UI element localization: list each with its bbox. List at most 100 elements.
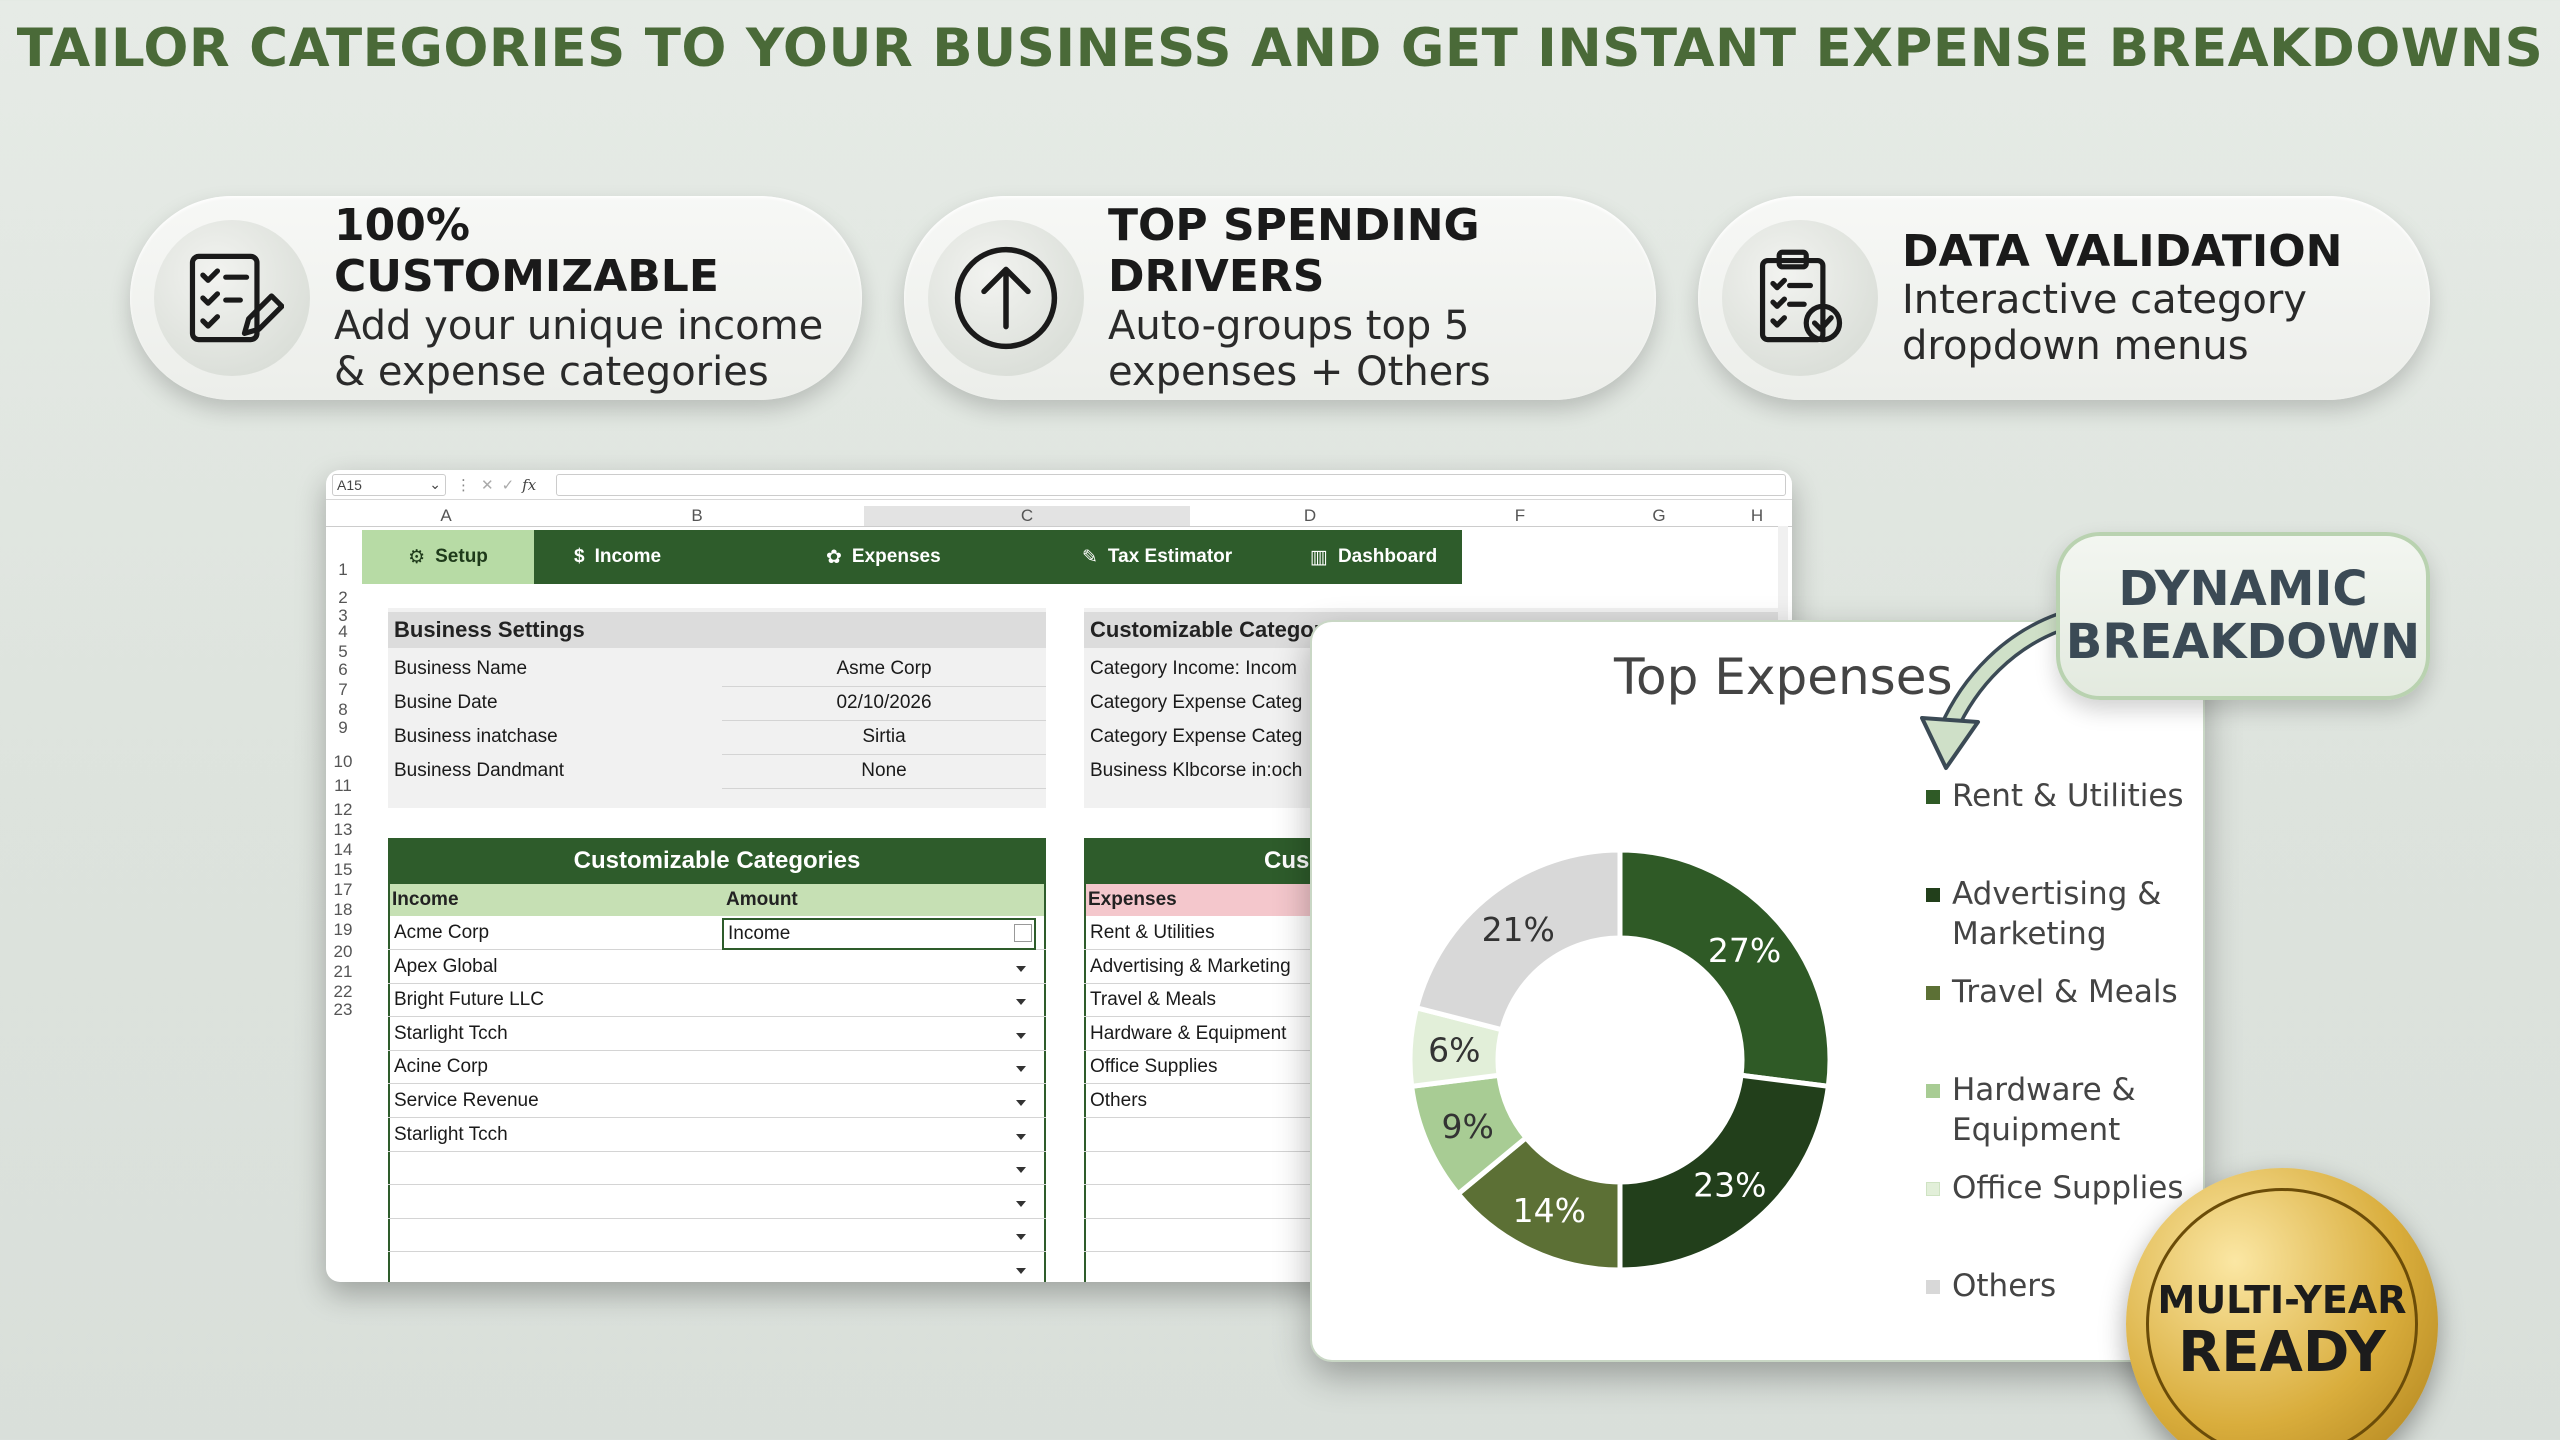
col-header[interactable]: D (1190, 506, 1430, 526)
dropdown-arrow-icon[interactable] (1016, 1234, 1026, 1241)
row-header[interactable]: 21 (326, 962, 360, 982)
cancel-icon[interactable]: ✕ (481, 476, 494, 494)
row-header[interactable]: 19 (326, 920, 360, 940)
formula-input[interactable] (556, 474, 1786, 496)
income-category-cell[interactable]: Starlight Tcch (394, 1023, 714, 1045)
divider (1084, 1016, 1324, 1018)
dropdown-arrow-icon[interactable] (1016, 999, 1026, 1006)
name-box[interactable]: A15 ⌄ (332, 473, 446, 496)
row-header[interactable]: 17 (326, 880, 360, 900)
row-header[interactable]: 11 (326, 776, 360, 796)
row-header[interactable]: 6 (326, 660, 360, 680)
expense-category-cell[interactable]: Hardware & Equipment (1090, 1023, 1330, 1045)
dropdown-arrow-icon[interactable] (1016, 965, 1026, 972)
divider (1084, 949, 1324, 950)
divider (1084, 1184, 1324, 1186)
slice-label: 21% (1482, 910, 1555, 949)
col-header[interactable]: H (1708, 506, 1792, 526)
income-category-cell[interactable]: Apex Global (394, 956, 714, 978)
col-header[interactable]: F (1430, 506, 1610, 526)
setting-label: Busine Date (394, 692, 498, 713)
row-header[interactable]: 15 (326, 860, 360, 880)
legend-swatch (1926, 1182, 1940, 1196)
dropdown-arrow-icon[interactable] (1016, 1133, 1026, 1140)
legend-item[interactable]: Travel & Meals (1926, 972, 2186, 1012)
slice-label: 23% (1693, 1166, 1766, 1205)
expense-category-cell[interactable]: Travel & Meals (1090, 989, 1330, 1011)
legend-label: Advertising & Marketing (1952, 876, 2162, 953)
setting-value[interactable]: Sirtia (722, 726, 1046, 748)
row-header[interactable]: 14 (326, 840, 360, 860)
feature-desc: Interactive category dropdown menus (1902, 277, 2307, 370)
feature-top-spending: TOP SPENDING DRIVERS Auto-groups top 5 e… (904, 196, 1656, 400)
col-header[interactable]: G (1610, 506, 1708, 526)
dropdown-arrow-icon[interactable] (1016, 1100, 1026, 1106)
col-header[interactable]: A (362, 506, 530, 526)
divider (388, 1049, 1046, 1051)
legend-item[interactable]: Hardware & Equipment (1926, 1070, 2186, 1151)
row-header[interactable]: 12 (326, 800, 360, 820)
divider (1084, 1251, 1324, 1253)
legend-item[interactable]: Office Supplies (1926, 1168, 2186, 1208)
legend-item[interactable]: Rent & Utilities (1926, 776, 2186, 816)
dropdown-arrow-icon[interactable] (1016, 1066, 1026, 1073)
slice-label: 14% (1513, 1191, 1586, 1230)
income-category-cell[interactable]: Acine Corp (394, 1056, 714, 1078)
expense-category-cell[interactable]: Others (1090, 1090, 1330, 1112)
setting-label: Business Name (394, 658, 528, 679)
tab-setup[interactable]: ⚙ Setup (362, 530, 534, 584)
expense-category-cell[interactable]: Advertising & Marketing (1090, 956, 1330, 978)
dropdown-arrow-icon[interactable] (1016, 1268, 1026, 1274)
setting-value[interactable]: None (722, 760, 1046, 782)
customizable-row: Business Klbcorse in:och (1090, 760, 1303, 781)
row-header[interactable]: 8 (326, 700, 360, 720)
legend-item[interactable]: Advertising & Marketing (1926, 874, 2186, 955)
clipboard-check-icon (1722, 220, 1878, 376)
income-category-cell[interactable]: Starlight Tcch (394, 1124, 714, 1146)
tab-tax-estimator[interactable]: ✎ Tax Estimator (1082, 530, 1232, 584)
row-header[interactable]: 10 (326, 752, 360, 772)
tab-expenses[interactable]: ✿ Expenses (826, 530, 941, 584)
divider (388, 1117, 1046, 1118)
income-category-cell[interactable]: Service Revenue (394, 1090, 714, 1112)
row-header[interactable]: 4 (326, 622, 360, 642)
row-header[interactable]: 5 (326, 642, 360, 662)
row-header[interactable]: 20 (326, 942, 360, 962)
setting-value[interactable]: 02/10/2026 (722, 692, 1046, 714)
confirm-icon[interactable]: ✓ (502, 476, 515, 494)
slice-label: 6% (1428, 1031, 1480, 1070)
tab-dashboard[interactable]: ▥ Dashboard (1310, 530, 1437, 584)
income-category-cell[interactable]: Bright Future LLC (394, 989, 714, 1011)
legend-swatch (1926, 888, 1940, 902)
amount-col-header: Amount (722, 884, 1046, 916)
divider (722, 720, 1046, 721)
donut-chart: 27% 23% 14% 9% 6% 21% (1407, 847, 1833, 1273)
dropdown-button[interactable] (1014, 924, 1032, 942)
divider (388, 982, 1046, 984)
categories-table-title: Customizable Categories (388, 838, 1046, 884)
setting-value[interactable]: Asme Corp (722, 658, 1046, 680)
row-header[interactable]: 7 (326, 680, 360, 700)
row-header[interactable]: 13 (326, 820, 360, 840)
feature-title: 100% CUSTOMIZABLE (334, 200, 719, 302)
dropdown-arrow-icon[interactable] (1016, 1200, 1026, 1207)
row-header[interactable]: 18 (326, 900, 360, 920)
divider (722, 788, 1046, 789)
income-category-cell[interactable]: Acme Corp (394, 922, 714, 944)
dropdown-arrow-icon[interactable] (1016, 1167, 1026, 1174)
legend-swatch (1926, 1280, 1940, 1294)
row-header[interactable]: 22 (326, 982, 360, 1002)
dropdown-arrow-icon[interactable] (1016, 1032, 1026, 1039)
col-header[interactable]: B (530, 506, 864, 526)
expense-category-cell[interactable]: Rent & Utilities (1090, 922, 1330, 944)
amount-select-active[interactable]: Income (722, 918, 1036, 950)
col-header[interactable]: C (864, 506, 1190, 526)
divider (388, 1150, 1046, 1152)
gear-icon: ⚙ (408, 546, 426, 568)
expense-category-cell[interactable]: Office Supplies (1090, 1056, 1330, 1078)
row-header[interactable]: 2 (326, 588, 360, 608)
row-header[interactable]: 1 (326, 560, 360, 580)
row-header[interactable]: 9 (326, 718, 360, 738)
row-header[interactable]: 23 (326, 1000, 360, 1020)
tab-income[interactable]: $ Income (574, 530, 661, 584)
